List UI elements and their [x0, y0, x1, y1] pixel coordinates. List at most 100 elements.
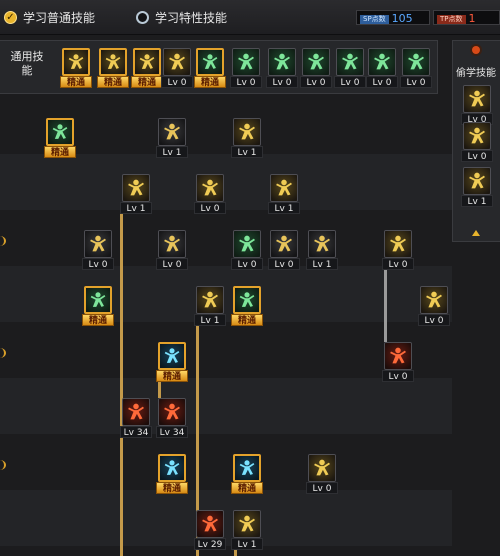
stolen-skill-strike-figure-icon[interactable]	[463, 167, 491, 195]
tab-normal-skills[interactable]: ✓ 学习普通技能	[4, 9, 95, 26]
general-skill-dash-figure-icon[interactable]	[302, 48, 330, 76]
general-skill-tribal-figure-icon[interactable]	[402, 48, 430, 76]
skill-level-label: Lv 0	[194, 202, 226, 214]
skill-level-label: Lv 1	[268, 202, 300, 214]
tree-skill-red-figure-icon[interactable]	[384, 342, 412, 370]
tree-skill-aura-figure-icon[interactable]	[158, 342, 186, 370]
mastery-badge: 精通	[131, 76, 163, 88]
skill-level-label: Lv 0	[418, 314, 450, 326]
tree-skill-red-strike-icon[interactable]	[196, 510, 224, 538]
general-skills-label: 通用技能	[10, 50, 44, 77]
stolen-skill-hooded-figure-icon[interactable]	[463, 85, 491, 113]
general-skill-green-figure-icon[interactable]	[268, 48, 296, 76]
general-skill-crouch-figure-icon[interactable]	[99, 48, 127, 76]
skill-level-label: Lv 0	[306, 482, 338, 494]
fire-orb-icon	[472, 46, 480, 54]
skill-level-label: Lv 1	[156, 146, 188, 158]
tree-row	[0, 490, 452, 546]
prereq-connector	[384, 268, 387, 342]
tree-skill-green-claw-icon[interactable]	[46, 118, 74, 146]
tree-skill-red-swirl-icon[interactable]	[122, 398, 150, 426]
top-bar: ✓ 学习普通技能 学习特性技能 SP点数 105 TP点数 1	[0, 0, 500, 35]
skill-level-label: Lv 0	[366, 76, 398, 88]
tree-skill-green-brute-icon[interactable]	[233, 230, 261, 258]
tree-skill-kick-figure-icon[interactable]	[122, 174, 150, 202]
mastery-badge: 精通	[231, 314, 263, 326]
sp-tag: SP点数	[360, 15, 389, 24]
skill-level-label: Lv 1	[231, 146, 263, 158]
skill-level-label: Lv 1	[194, 314, 226, 326]
skill-level-label: Lv 0	[231, 258, 263, 270]
stolen-skill-flame-hand-icon[interactable]	[463, 122, 491, 150]
general-skill-eye-target-icon[interactable]	[336, 48, 364, 76]
tree-skill-grab-figure-icon[interactable]	[196, 286, 224, 314]
tree-skill-sit-figure-icon[interactable]	[233, 510, 261, 538]
tree-skill-spin-figure-icon[interactable]	[308, 230, 336, 258]
tab-trait-skills[interactable]: 学习特性技能	[136, 9, 227, 26]
skill-level-label: Lv 1	[461, 195, 493, 207]
skill-level-label: Lv 29	[194, 538, 226, 550]
tree-skill-ice-figure-icon[interactable]	[233, 454, 261, 482]
checked-radio-icon: ✓	[4, 11, 17, 24]
mastery-badge: 精通	[82, 314, 114, 326]
tree-row	[0, 154, 452, 210]
skill-level-label: Lv 0	[334, 76, 366, 88]
skill-level-label: Lv 0	[266, 76, 298, 88]
general-skill-crosshair-icon[interactable]	[232, 48, 260, 76]
tp-points: TP点数 1	[433, 10, 500, 25]
mastery-badge: 精通	[156, 482, 188, 494]
skill-level-label: Lv 0	[382, 370, 414, 382]
tree-skill-stance-figure-icon[interactable]	[384, 230, 412, 258]
tab-normal-label: 学习普通技能	[23, 11, 96, 25]
skill-level-label: Lv 0	[400, 76, 432, 88]
tree-row	[0, 434, 452, 490]
sp-value: 105	[391, 12, 413, 25]
mastery-badge: 精通	[44, 146, 76, 158]
tree-skill-fire-figure-icon[interactable]	[270, 174, 298, 202]
tree-skill-lightning-figure-icon[interactable]	[233, 286, 261, 314]
skill-level-label: Lv 0	[82, 258, 114, 270]
mastery-badge: 精通	[97, 76, 129, 88]
general-skill-sitting-figure-icon[interactable]	[62, 48, 90, 76]
skill-level-label: Lv 1	[231, 538, 263, 550]
general-skill-target-sigil-icon[interactable]	[196, 48, 224, 76]
tree-skill-green-orb-icon[interactable]	[84, 286, 112, 314]
general-skill-wings-crest-icon[interactable]	[163, 48, 191, 76]
tree-connector	[120, 212, 123, 556]
mastery-badge: 精通	[194, 76, 226, 88]
tab-trait-label: 学习特性技能	[155, 11, 228, 25]
tree-skill-dark-figure-icon[interactable]	[158, 118, 186, 146]
sp-points: SP点数 105	[356, 10, 430, 25]
tree-connector	[158, 380, 161, 398]
radio-icon	[136, 11, 149, 24]
tp-tag: TP点数	[437, 15, 466, 24]
skill-level-label: Lv 1	[120, 202, 152, 214]
general-skill-running-figure-icon[interactable]	[133, 48, 161, 76]
tree-skill-sitting-figure-icon[interactable]	[196, 174, 224, 202]
tree-skill-slide-figure-icon[interactable]	[308, 454, 336, 482]
mastery-badge: 精通	[156, 370, 188, 382]
tree-skill-shatter-icon[interactable]	[84, 230, 112, 258]
tree-skill-leap-figure-icon[interactable]	[233, 118, 261, 146]
skill-level-label: Lv 1	[306, 258, 338, 270]
tree-skill-wolf-figure-icon[interactable]	[270, 230, 298, 258]
skill-level-label: Lv 34	[120, 426, 152, 438]
skill-level-label: Lv 0	[300, 76, 332, 88]
mastery-badge: 精通	[60, 76, 92, 88]
skill-level-label: Lv 0	[156, 258, 188, 270]
tree-skill-red-claw-icon[interactable]	[158, 398, 186, 426]
skill-level-label: Lv 0	[268, 258, 300, 270]
tree-skill-ice-burst-icon[interactable]	[158, 454, 186, 482]
skill-level-label: Lv 0	[461, 150, 493, 162]
skill-level-label: Lv 0	[382, 258, 414, 270]
skill-level-label: Lv 0	[230, 76, 262, 88]
tree-row	[0, 378, 452, 434]
collapse-arrow-icon[interactable]	[472, 230, 480, 236]
tp-value: 1	[468, 12, 476, 25]
tree-skill-swirl-icon[interactable]	[158, 230, 186, 258]
mastery-badge: 精通	[231, 482, 263, 494]
stolen-skills-title: 偷学技能	[456, 68, 496, 79]
tree-skill-fire-burst-icon[interactable]	[420, 286, 448, 314]
general-skill-flex-figure-icon[interactable]	[368, 48, 396, 76]
skill-level-label: Lv 34	[156, 426, 188, 438]
